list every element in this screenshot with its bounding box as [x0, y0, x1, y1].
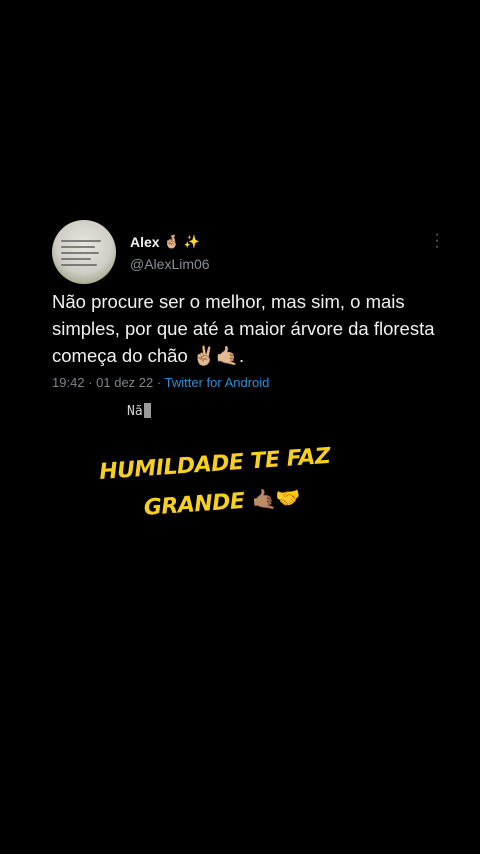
- text-cursor: [143, 403, 151, 418]
- tweet-meta: 19:42 · 01 dez 22 · Twitter for Android: [52, 375, 269, 390]
- tweet-text: Não procure ser o melhor, mas sim, o mai…: [52, 291, 435, 366]
- tweet-client-link[interactable]: Twitter for Android: [165, 375, 270, 390]
- more-vertical-icon[interactable]: · · ·: [434, 227, 440, 255]
- author-name-row[interactable]: Alex 🤞🏼 ✨: [130, 232, 200, 252]
- typing-text: Nã: [127, 403, 151, 419]
- handshake-icon: 🤙🏽🤝: [250, 485, 302, 513]
- caption-line-2-row: GRANDE 🤙🏽🤝: [101, 474, 363, 531]
- sparkles-icon: ✨: [183, 234, 200, 249]
- meta-separator: ·: [88, 375, 93, 390]
- crossed-fingers-icon: 🤞🏼: [163, 234, 180, 249]
- tweet-time: 19:42: [52, 375, 85, 390]
- display-name[interactable]: Alex: [130, 234, 160, 250]
- video-caption: HUMILDADE TE FAZ GRANDE 🤙🏽🤝: [98, 436, 363, 531]
- user-handle[interactable]: @AlexLim06: [130, 256, 210, 272]
- avatar[interactable]: [52, 220, 116, 284]
- tweet-date: 01 dez 22: [96, 375, 154, 390]
- meta-separator-2: ·: [156, 375, 162, 390]
- typed-text: Nã: [127, 404, 143, 419]
- caption-line-2: GRANDE: [143, 488, 246, 521]
